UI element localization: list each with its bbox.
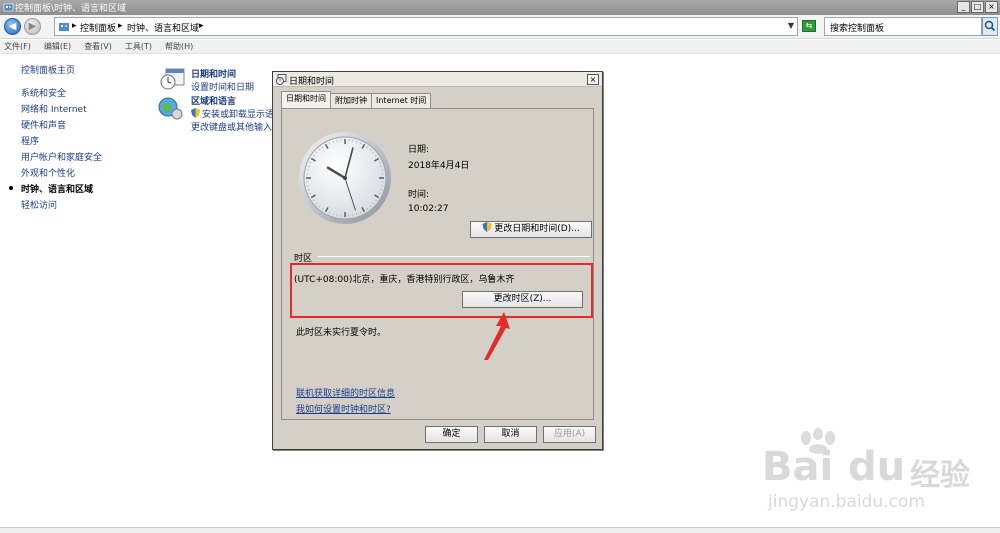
breadcrumb-clock-language-region[interactable]: 时钟、语言和区域 bbox=[127, 21, 199, 34]
watermark-brand-2: du bbox=[848, 444, 906, 490]
status-bar bbox=[0, 527, 1000, 533]
dialog-title: 日期和时间 bbox=[289, 77, 335, 87]
nav-control-panel-home[interactable]: 控制面板主页 bbox=[21, 63, 75, 76]
menu-tools[interactable]: 工具(T) bbox=[125, 40, 152, 53]
window-title: 控制面板\时钟、语言和区域 bbox=[15, 4, 127, 14]
search-placeholder: 搜索控制面板 bbox=[830, 24, 885, 34]
dst-note: 此时区未实行夏令时。 bbox=[296, 328, 387, 338]
change-date-time-button[interactable]: 更改日期和时间(D)... bbox=[470, 221, 592, 238]
close-window-button[interactable]: × bbox=[985, 1, 998, 13]
date-label: 日期: bbox=[408, 145, 430, 155]
time-label: 时间: bbox=[408, 190, 430, 200]
left-navigation: 控制面板主页 系统和安全 网络和 Internet 硬件和声音 程序 用户帐户和… bbox=[0, 55, 150, 525]
menu-edit[interactable]: 编辑(E) bbox=[44, 40, 71, 53]
control-panel-icon bbox=[3, 3, 14, 12]
nav-appearance[interactable]: 外观和个性化 bbox=[21, 166, 75, 179]
link-install-display-language-text: 安装或卸载显示语 bbox=[202, 110, 275, 120]
address-toolbar: ◀ ▶ ▸ 控制面板 ▸ 时钟、语言和区域 ▸ ▼ ⇆ 搜索控制面板 bbox=[0, 15, 1000, 39]
clock-icon bbox=[276, 74, 287, 85]
tab-date-time[interactable]: 日期和时间 bbox=[281, 91, 331, 108]
breadcrumb-separator[interactable]: ▸ bbox=[118, 21, 123, 31]
refresh-button[interactable]: ⇆ bbox=[802, 20, 816, 32]
link-set-time-date[interactable]: 设置时间和日期 bbox=[191, 80, 254, 93]
breadcrumb-control-panel[interactable]: 控制面板 bbox=[80, 21, 116, 34]
dialog-tabs: 日期和时间 附加时钟 Internet 时间 bbox=[281, 91, 432, 108]
address-bar[interactable]: ▸ 控制面板 ▸ 时钟、语言和区域 ▸ ▼ bbox=[54, 17, 798, 36]
refresh-icon: ⇆ bbox=[805, 21, 813, 30]
category-region-language-title[interactable]: 区域和语言 bbox=[191, 94, 274, 107]
ok-button[interactable]: 确定 bbox=[425, 426, 478, 443]
nav-system-security[interactable]: 系统和安全 bbox=[21, 86, 66, 99]
shield-icon bbox=[482, 222, 492, 232]
search-button[interactable] bbox=[982, 17, 998, 36]
annotation-arrow-icon bbox=[484, 312, 510, 360]
date-value: 2018年4月4日 bbox=[408, 161, 470, 171]
link-how-to-set-clock[interactable]: 我如何设置时钟和时区? bbox=[296, 402, 391, 415]
link-install-display-language[interactable]: 安装或卸载显示语 bbox=[191, 107, 274, 120]
annotation-highlight-box bbox=[290, 263, 593, 318]
control-panel-icon bbox=[59, 23, 69, 31]
timezone-divider bbox=[318, 256, 590, 257]
link-online-timezone-info[interactable]: 联机获取详细的时区信息 bbox=[296, 386, 395, 399]
forward-arrow-icon: ▶ bbox=[28, 21, 37, 32]
dialog-titlebar: 日期和时间 × bbox=[273, 72, 602, 87]
chevron-down-icon[interactable]: ▼ bbox=[788, 21, 794, 30]
date-time-dialog: 日期和时间 × 日期和时间 附加时钟 Internet 时间 日期: 2018年… bbox=[272, 71, 603, 450]
maximize-button[interactable]: □ bbox=[971, 1, 984, 13]
search-input[interactable]: 搜索控制面板 bbox=[824, 17, 982, 36]
category-date-time-title[interactable]: 日期和时间 bbox=[191, 67, 254, 80]
watermark-url: jingyan.baidu.com bbox=[768, 492, 925, 512]
menu-file[interactable]: 文件(F) bbox=[4, 40, 31, 53]
back-button[interactable]: ◀ bbox=[4, 18, 21, 35]
nav-clock-language-region: 时钟、语言和区域 bbox=[21, 185, 94, 195]
time-value: 10:02:27 bbox=[408, 204, 449, 214]
change-date-time-label: 更改日期和时间(D)... bbox=[494, 224, 580, 234]
back-arrow-icon: ◀ bbox=[8, 21, 17, 32]
baidu-watermark: Bai du 经验 jingyan.baidu.com bbox=[762, 428, 998, 528]
watermark-cn: 经验 bbox=[910, 458, 970, 493]
forward-button[interactable]: ▶ bbox=[24, 18, 41, 35]
menu-help[interactable]: 帮助(H) bbox=[165, 40, 193, 53]
minimize-button[interactable]: _ bbox=[957, 1, 970, 13]
apply-button: 应用(A) bbox=[543, 426, 596, 443]
cancel-button[interactable]: 取消 bbox=[484, 426, 537, 443]
analog-clock bbox=[299, 132, 391, 224]
dialog-close-button[interactable]: × bbox=[587, 74, 599, 85]
breadcrumb-separator[interactable]: ▸ bbox=[199, 21, 204, 31]
category-region-language: 区域和语言 安装或卸载显示语 更改键盘或其他输入 bbox=[191, 94, 274, 133]
globe-icon bbox=[158, 97, 183, 120]
window-titlebar: 控制面板\时钟、语言和区域 _ □ × bbox=[0, 0, 1000, 15]
menu-bar: 文件(F) 编辑(E) 查看(V) 工具(T) 帮助(H) bbox=[0, 40, 1000, 54]
tab-additional-clocks[interactable]: 附加时钟 bbox=[330, 93, 372, 108]
date-time-icon bbox=[160, 68, 185, 90]
current-item-bullet bbox=[9, 186, 13, 190]
nav-user-accounts[interactable]: 用户帐户和家庭安全 bbox=[21, 150, 102, 163]
breadcrumb-separator[interactable]: ▸ bbox=[72, 21, 77, 31]
link-change-keyboard[interactable]: 更改键盘或其他输入 bbox=[191, 120, 274, 133]
nav-programs[interactable]: 程序 bbox=[21, 134, 39, 147]
shield-icon bbox=[191, 108, 200, 118]
category-date-time: 日期和时间 设置时间和日期 bbox=[191, 67, 254, 93]
watermark-brand: Bai bbox=[762, 444, 834, 490]
nav-hardware-sound[interactable]: 硬件和声音 bbox=[21, 118, 66, 131]
tab-internet-time[interactable]: Internet 时间 bbox=[371, 93, 432, 108]
nav-network-internet[interactable]: 网络和 Internet bbox=[21, 102, 87, 115]
search-icon bbox=[984, 20, 996, 32]
menu-view[interactable]: 查看(V) bbox=[84, 40, 112, 53]
nav-ease-of-access[interactable]: 轻松访问 bbox=[21, 198, 57, 211]
